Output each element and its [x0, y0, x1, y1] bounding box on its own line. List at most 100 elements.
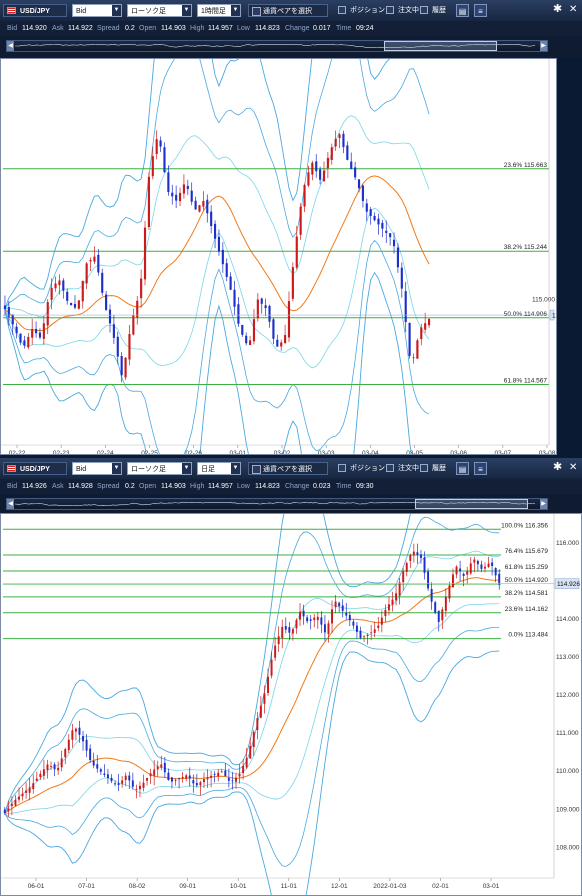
price-chart[interactable]: 100.0% 116.356 76.4% 115.679 61.8% 115.259…	[0, 513, 582, 896]
candle-body	[160, 764, 163, 768]
candle-body	[163, 762, 166, 773]
info-label: Open	[139, 25, 157, 32]
candle-body	[389, 233, 392, 238]
candle-body	[25, 790, 28, 793]
history-toggle[interactable]: 履歴	[420, 462, 450, 475]
symbol-button[interactable]: USD/JPY	[3, 462, 67, 475]
candle-body	[274, 645, 277, 658]
price-chart[interactable]: 23.6% 115.663 38.2% 115.244 50.0% 114.906 6…	[0, 58, 557, 455]
chevron-down-icon: ▼	[112, 5, 121, 16]
candle-body	[110, 777, 113, 782]
chart-svg: 100.0% 116.356 76.4% 115.679 61.8% 115.259…	[1, 514, 580, 895]
x-tick-label: 02-01	[432, 883, 449, 890]
candle-body	[128, 334, 131, 360]
candle-body	[92, 760, 95, 766]
fib-level-label: 38.2% 114.581	[505, 590, 549, 597]
symbol-label: USD/JPY	[20, 8, 50, 15]
candle-body	[132, 315, 135, 335]
chart-settings-icon[interactable]: ▤	[456, 4, 469, 17]
scroll-left-icon[interactable]: ◀	[7, 499, 14, 509]
candle-body	[430, 589, 433, 602]
candle-body	[170, 777, 173, 782]
candle-body	[373, 629, 376, 633]
select-pair-label: 通貨ペアを選択	[263, 466, 312, 473]
chart-settings-icon[interactable]: ▤	[456, 462, 469, 475]
candle-body	[85, 739, 88, 751]
candle-body	[114, 783, 117, 785]
orders-toggle[interactable]: 注文中	[386, 4, 420, 17]
candle-body	[277, 636, 280, 645]
candle-body	[295, 619, 298, 629]
navigator-selection-handle[interactable]	[384, 41, 498, 51]
close-icon[interactable]: ✕	[569, 461, 577, 474]
candle-body	[260, 298, 263, 304]
candle-body	[163, 147, 166, 173]
candle-body	[249, 745, 252, 759]
change-value: 0.023	[313, 483, 331, 490]
position-toggle[interactable]: ポジション	[338, 4, 386, 17]
candle-body	[19, 333, 22, 343]
chart-toolbar: USD/JPY Bid ▼ ローソク足 ▼ 1時間足 ▼ 通貨ペアを選択 ポジシ…	[0, 0, 582, 22]
select-pair-button[interactable]: 通貨ペアを選択	[248, 4, 328, 17]
info-label: Bid	[7, 25, 18, 32]
gear-icon[interactable]: ✱	[553, 461, 562, 474]
candle-body	[437, 610, 440, 622]
scroll-right-icon[interactable]: ▶	[540, 499, 547, 509]
candle-body	[186, 185, 189, 190]
candle-body	[416, 340, 419, 359]
history-toggle[interactable]: 履歴	[420, 4, 450, 17]
candle-body	[210, 211, 213, 227]
x-tick-label: 2022-01-03	[373, 883, 407, 890]
candle-body	[103, 773, 106, 775]
y-tick-label: 111.000	[556, 730, 579, 737]
candle-body	[462, 573, 465, 576]
price-type-select[interactable]: Bid ▼	[72, 462, 122, 475]
timeframe-select[interactable]: 日足 ▼	[197, 462, 241, 475]
candle-body	[167, 772, 170, 781]
position-toggle[interactable]: ポジション	[338, 462, 386, 475]
chart-type-select[interactable]: ローソク足 ▼	[127, 4, 192, 17]
candle-body	[39, 773, 42, 778]
select-pair-button[interactable]: 通貨ペアを選択	[248, 462, 328, 475]
gear-icon[interactable]: ✱	[553, 3, 562, 16]
chart-export-icon[interactable]: ≡	[474, 462, 487, 475]
navigator-track[interactable]: ◀ ▶	[6, 40, 548, 52]
orders-toggle[interactable]: 注文中	[386, 462, 420, 475]
ask-value: 114.922	[68, 25, 93, 32]
candle-body	[128, 775, 131, 781]
scroll-left-icon[interactable]: ◀	[7, 41, 14, 51]
scroll-right-icon[interactable]: ▶	[540, 41, 547, 51]
chart-export-icon[interactable]: ≡	[474, 4, 487, 17]
close-icon[interactable]: ✕	[569, 3, 577, 16]
candle-body	[77, 300, 80, 309]
candle-body	[352, 621, 355, 626]
candle-body	[284, 626, 287, 630]
chevron-down-icon: ▼	[231, 463, 240, 474]
candle-body	[99, 769, 102, 772]
price-type-select[interactable]: Bid ▼	[72, 4, 122, 17]
info-label: Bid	[7, 483, 18, 490]
candle-body	[402, 571, 405, 583]
navigator-selection-handle[interactable]	[414, 499, 528, 509]
candle-body	[245, 758, 248, 768]
timeframe-select[interactable]: 1時間足 ▼	[197, 4, 241, 17]
x-tick-label: 03-01	[483, 883, 500, 890]
candle-body	[28, 787, 31, 793]
y-tick-label: 113.000	[556, 654, 579, 661]
checkbox-icon	[386, 6, 394, 14]
x-tick-label: 02-22	[9, 450, 26, 454]
navigator-track[interactable]: ◀ ▶	[6, 498, 548, 510]
candle-body	[381, 222, 384, 229]
candle-body	[206, 777, 209, 780]
candle-body	[155, 139, 158, 155]
candle-body	[396, 247, 399, 268]
history-label: 履歴	[432, 7, 446, 14]
candle-body	[256, 299, 259, 319]
chart-type-select[interactable]: ローソク足 ▼	[127, 462, 192, 475]
candle-body	[398, 582, 401, 596]
candle-body	[89, 748, 92, 760]
symbol-button[interactable]: USD/JPY	[3, 4, 67, 17]
high-value: 114.957	[208, 25, 233, 32]
y-tick-label: 116.000	[556, 540, 579, 547]
candle-body	[74, 728, 77, 732]
